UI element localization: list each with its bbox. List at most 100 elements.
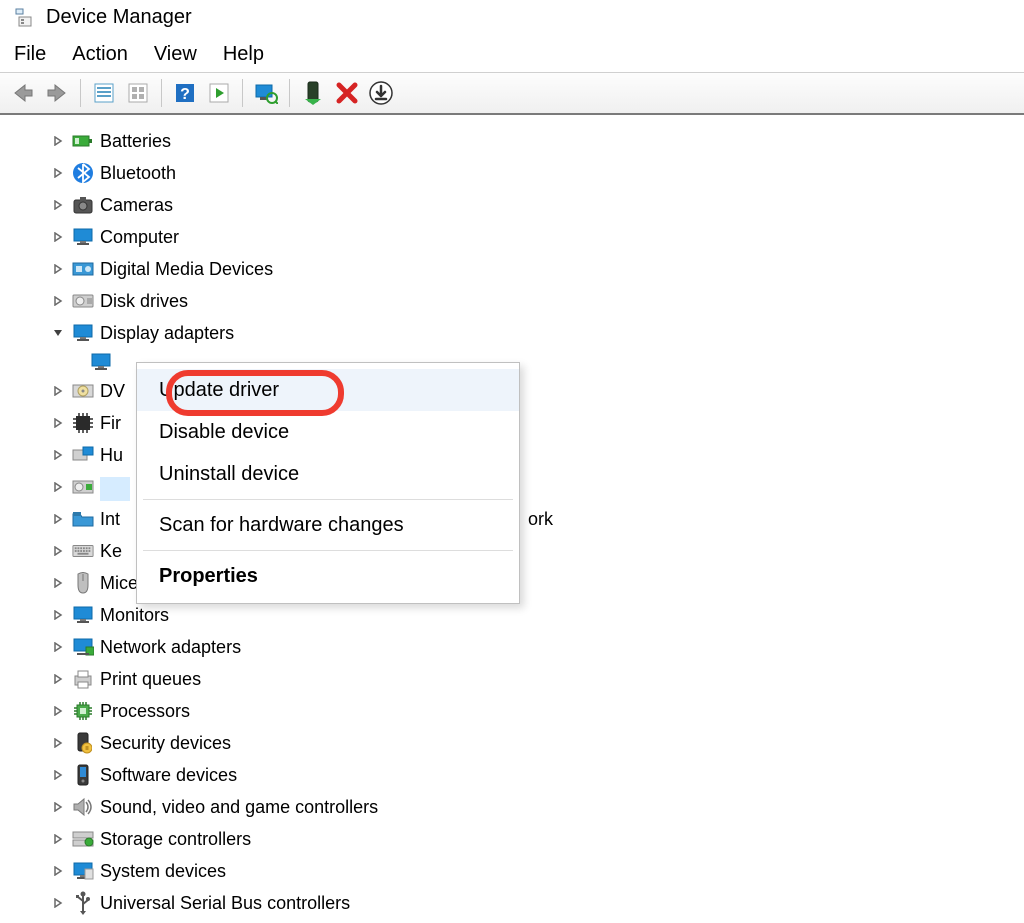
tree-label: Int [100, 505, 120, 533]
toolbar-separator [80, 79, 81, 107]
chevron-right-icon[interactable] [50, 863, 66, 879]
chevron-down-icon[interactable] [50, 325, 66, 341]
tree-label: Network adapters [100, 633, 241, 661]
context-uninstall-device[interactable]: Uninstall device [137, 453, 519, 495]
chevron-right-icon[interactable] [50, 447, 66, 463]
menu-view[interactable]: View [154, 43, 197, 66]
folder-icon [72, 508, 94, 530]
run-button[interactable] [204, 78, 234, 108]
tree-node-digital-media[interactable]: Digital Media Devices [18, 253, 1024, 285]
tree-node-cameras[interactable]: Cameras [18, 189, 1024, 221]
help-button[interactable]: ? [170, 78, 200, 108]
chevron-right-icon[interactable] [50, 543, 66, 559]
tree-node-software[interactable]: Software devices [18, 759, 1024, 791]
tree-label: Universal Serial Bus controllers [100, 889, 350, 917]
context-menu: Update driver Disable device Uninstall d… [136, 362, 520, 604]
tree-label: Print queues [100, 665, 201, 693]
speaker-icon [72, 796, 94, 818]
menu-help[interactable]: Help [223, 43, 264, 66]
camera-icon [72, 194, 94, 216]
context-separator [143, 550, 513, 551]
context-scan-hardware[interactable]: Scan for hardware changes [137, 504, 519, 546]
app-icon [14, 7, 36, 29]
firmware-icon [72, 412, 94, 434]
chevron-right-icon[interactable] [50, 293, 66, 309]
tree-node-batteries[interactable]: Batteries [18, 125, 1024, 157]
chevron-right-icon[interactable] [50, 735, 66, 751]
chevron-right-icon[interactable] [50, 165, 66, 181]
chevron-right-icon[interactable] [50, 703, 66, 719]
show-grid-button[interactable] [123, 78, 153, 108]
context-disable-device[interactable]: Disable device [137, 411, 519, 453]
enable-device-button[interactable] [298, 78, 328, 108]
tree-label: Sound, video and game controllers [100, 793, 378, 821]
disk-drive-icon [72, 290, 94, 312]
tree-node-disk-drives[interactable]: Disk drives [18, 285, 1024, 317]
toolbar: ? [0, 72, 1024, 114]
menu-action[interactable]: Action [72, 43, 128, 66]
chevron-right-icon[interactable] [50, 511, 66, 527]
tree-label: Batteries [100, 127, 171, 155]
chevron-right-icon[interactable] [50, 197, 66, 213]
tree-label: Display adapters [100, 319, 234, 347]
tree-label: Security devices [100, 729, 231, 757]
forward-button[interactable] [42, 78, 72, 108]
chevron-right-icon[interactable] [50, 895, 66, 911]
window-title: Device Manager [46, 6, 192, 29]
chevron-right-icon[interactable] [50, 479, 66, 495]
tree-label: DV [100, 377, 125, 405]
chevron-right-icon[interactable] [50, 133, 66, 149]
tree-label: Disk drives [100, 287, 188, 315]
chevron-right-icon[interactable] [50, 831, 66, 847]
disable-device-button[interactable] [332, 78, 362, 108]
context-update-driver[interactable]: Update driver [137, 369, 519, 411]
back-button[interactable] [8, 78, 38, 108]
tree-node-display-adapters[interactable]: Display adapters [18, 317, 1024, 349]
mouse-icon [72, 572, 94, 594]
bluetooth-icon [72, 162, 94, 184]
context-properties[interactable]: Properties [137, 555, 519, 597]
printer-icon [72, 668, 94, 690]
tree-label: Cameras [100, 191, 173, 219]
context-separator [143, 499, 513, 500]
tree-label: Monitors [100, 601, 169, 629]
chevron-right-icon[interactable] [50, 415, 66, 431]
chevron-right-icon[interactable] [50, 799, 66, 815]
hid-icon [72, 444, 94, 466]
chevron-right-icon[interactable] [50, 767, 66, 783]
chevron-right-icon[interactable] [50, 671, 66, 687]
tree-node-storage[interactable]: Storage controllers [18, 823, 1024, 855]
properties-button[interactable] [89, 78, 119, 108]
tree-node-bluetooth[interactable]: Bluetooth [18, 157, 1024, 189]
tree-label: Bluetooth [100, 159, 176, 187]
tree-node-system[interactable]: System devices [18, 855, 1024, 887]
toolbar-separator [289, 79, 290, 107]
chevron-right-icon[interactable] [50, 261, 66, 277]
chevron-right-icon[interactable] [50, 229, 66, 245]
chevron-right-icon[interactable] [50, 575, 66, 591]
chevron-right-icon[interactable] [50, 607, 66, 623]
tree-label: Processors [100, 697, 190, 725]
tree-label: Computer [100, 223, 179, 251]
scan-hardware-button[interactable] [251, 78, 281, 108]
tree-node-sound[interactable]: Sound, video and game controllers [18, 791, 1024, 823]
system-device-icon [72, 860, 94, 882]
tree-label: Digital Media Devices [100, 255, 273, 283]
menu-file[interactable]: File [14, 43, 46, 66]
dvd-drive-icon [72, 380, 94, 402]
tree-node-usb[interactable]: Universal Serial Bus controllers [18, 887, 1024, 919]
chevron-right-icon[interactable] [50, 639, 66, 655]
update-driver-button[interactable] [366, 78, 396, 108]
title-bar: Device Manager [0, 0, 1024, 37]
usb-icon [72, 892, 94, 914]
tree-node-processors[interactable]: Processors [18, 695, 1024, 727]
selected-child-highlight [100, 477, 130, 501]
software-device-icon [72, 764, 94, 786]
tree-node-network[interactable]: Network adapters [18, 631, 1024, 663]
tree-node-security[interactable]: Security devices [18, 727, 1024, 759]
tree-node-computer[interactable]: Computer [18, 221, 1024, 253]
svg-text:?: ? [180, 86, 190, 103]
tree-node-print-queues[interactable]: Print queues [18, 663, 1024, 695]
chevron-right-icon[interactable] [50, 383, 66, 399]
monitor-icon [72, 604, 94, 626]
